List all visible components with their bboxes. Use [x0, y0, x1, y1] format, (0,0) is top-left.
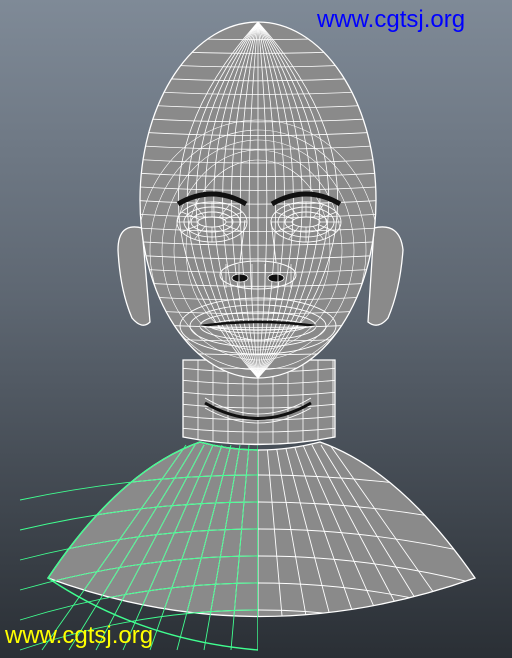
head-wireframe-mesh[interactable] — [0, 0, 512, 658]
shoulders — [19, 441, 477, 651]
3d-viewport[interactable]: www.cgtsj.org www.cgtsj.org — [0, 0, 512, 658]
head — [139, 21, 377, 379]
watermark-top: www.cgtsj.org — [317, 6, 466, 33]
watermark-bottom: www.cgtsj.org — [5, 622, 154, 649]
